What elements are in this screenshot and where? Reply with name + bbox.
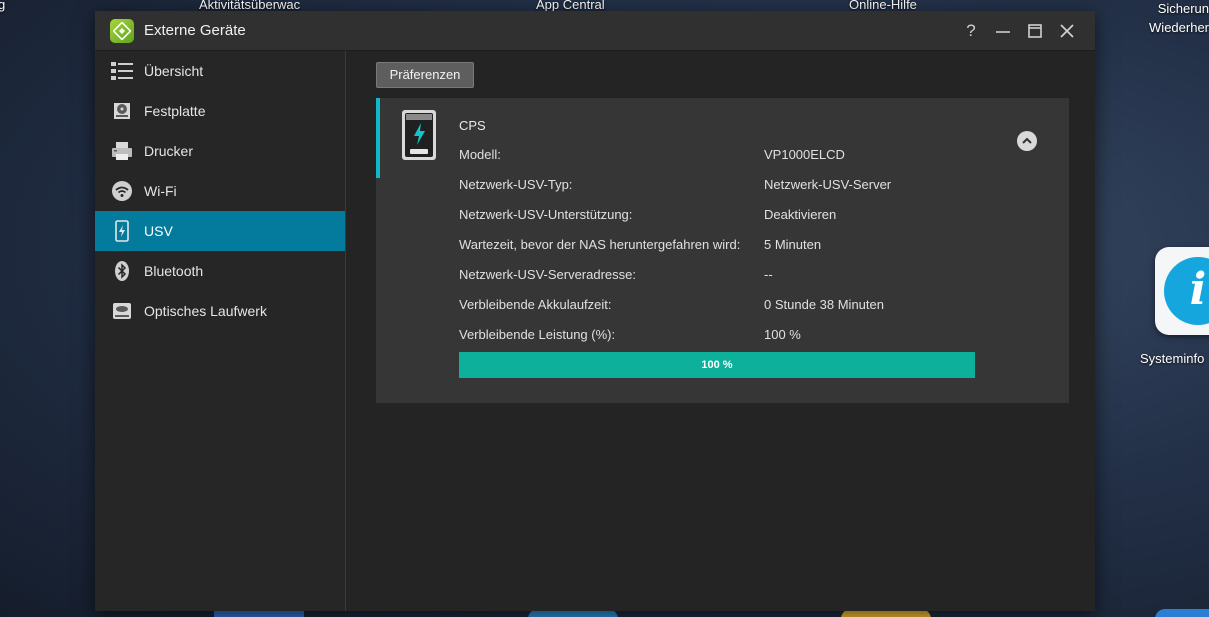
sidebar-item-label: Optisches Laufwerk: [144, 303, 267, 319]
close-icon: [1060, 24, 1074, 38]
sidebar-item-label: USV: [144, 223, 173, 239]
external-devices-app-icon: [110, 19, 134, 43]
info-row-value: --: [764, 267, 773, 282]
chevron-up-icon: [1022, 137, 1032, 144]
sidebar-item-label: Drucker: [144, 143, 194, 159]
main-content: Präferenzen CPS Modell: VP1000ELCD Netzw…: [346, 51, 1095, 611]
info-row-value: 5 Minuten: [764, 237, 822, 252]
ups-device-card: CPS Modell: VP1000ELCD Netzwerk-USV-Typ:…: [376, 98, 1069, 403]
bluetooth-icon: [110, 260, 134, 282]
info-row-value: VP1000ELCD: [764, 147, 845, 162]
sidebar-item-wifi[interactable]: Wi-Fi: [95, 171, 345, 211]
info-row-value: Deaktivieren: [764, 207, 837, 222]
info-row-label: Verbleibende Akkulaufzeit:: [459, 297, 612, 312]
close-button[interactable]: [1056, 20, 1078, 42]
info-icon: i: [1164, 257, 1209, 325]
sidebar-item-overview[interactable]: Übersicht: [95, 51, 345, 91]
preferences-button[interactable]: Präferenzen: [376, 62, 474, 88]
desktop-app-backup-restore[interactable]: Sicherun Wiederher: [1149, 0, 1209, 37]
sidebar-item-label: Wi-Fi: [144, 183, 177, 199]
info-row-value: 0 Stunde 38 Minuten: [764, 297, 884, 312]
hard-disk-icon: [110, 100, 134, 122]
info-row-label: Netzwerk-USV-Unterstützung:: [459, 207, 633, 222]
desktop-backup-label-line2: Wiederher: [1149, 20, 1209, 35]
info-row-value: Netzwerk-USV-Server: [764, 177, 892, 192]
optical-drive-icon: [110, 300, 134, 322]
dock-app-icon[interactable]: [1155, 609, 1209, 617]
ups-device-icon: [400, 109, 438, 161]
power-progress-label: 100 %: [701, 359, 733, 371]
ups-device-name: CPS: [459, 118, 486, 133]
printer-icon: [110, 140, 134, 162]
sidebar-item-label: Bluetooth: [144, 263, 204, 279]
window-titlebar[interactable]: Externe Geräte ?: [95, 11, 1095, 51]
info-row-value: 100 %: [764, 327, 801, 342]
info-row-label: Wartezeit, bevor der NAS heruntergefahre…: [459, 237, 741, 252]
minimize-button[interactable]: [992, 20, 1014, 42]
sidebar-item-label: Festplatte: [144, 103, 206, 119]
maximize-icon: [1028, 24, 1042, 38]
sidebar-item-bluetooth[interactable]: Bluetooth: [95, 251, 345, 291]
info-row-label: Modell:: [459, 147, 501, 162]
external-devices-window: Externe Geräte ? Übersicht Festplatte Dr…: [95, 11, 1095, 611]
sidebar-item-hard-disk[interactable]: Festplatte: [95, 91, 345, 131]
wifi-icon: [110, 180, 134, 202]
info-row-label: Netzwerk-USV-Serveradresse:: [459, 267, 636, 282]
overview-icon: [110, 60, 134, 82]
info-row-label: Netzwerk-USV-Typ:: [459, 177, 573, 192]
desktop-backup-label-line1: Sicherun: [1157, 1, 1209, 16]
info-row-label: Verbleibende Leistung (%):: [459, 327, 616, 342]
window-title: Externe Geräte: [144, 22, 246, 39]
sidebar-item-printer[interactable]: Drucker: [95, 131, 345, 171]
sidebar: Übersicht Festplatte Drucker Wi-Fi USV B…: [95, 51, 346, 611]
desktop-label-left-edge: g: [0, 0, 6, 12]
system-info-app-icon[interactable]: i: [1155, 247, 1209, 335]
power-progress-bar: 100 %: [459, 352, 975, 378]
card-accent-bar: [376, 98, 380, 178]
help-button[interactable]: ?: [960, 20, 982, 42]
ups-icon: [110, 220, 134, 242]
system-info-app-label[interactable]: Systeminfo: [1140, 351, 1204, 366]
collapse-button[interactable]: [1017, 131, 1037, 151]
sidebar-item-optical-drive[interactable]: Optisches Laufwerk: [95, 291, 345, 331]
sidebar-item-label: Übersicht: [144, 63, 204, 79]
minimize-icon: [996, 31, 1010, 33]
maximize-button[interactable]: [1024, 20, 1046, 42]
sidebar-item-ups[interactable]: USV: [95, 211, 345, 251]
